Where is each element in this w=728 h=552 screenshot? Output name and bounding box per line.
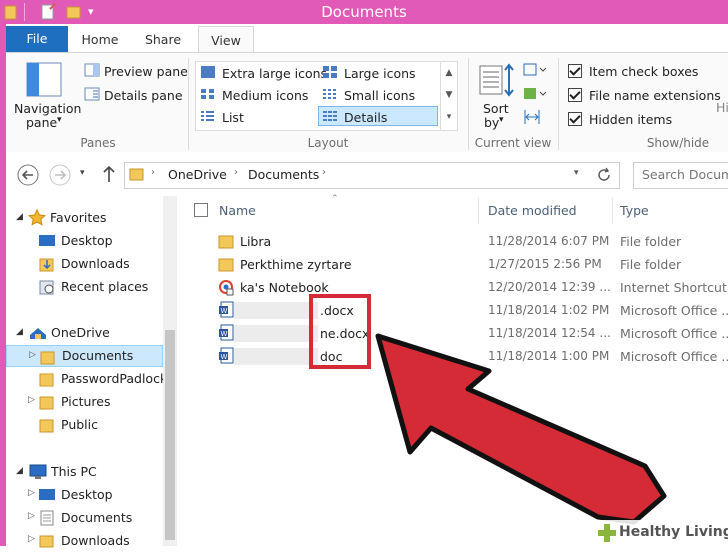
watermark-text: Healthy Living [619,524,728,540]
plus-logo-icon [597,523,617,546]
annotation-arrow-icon [375,333,667,525]
